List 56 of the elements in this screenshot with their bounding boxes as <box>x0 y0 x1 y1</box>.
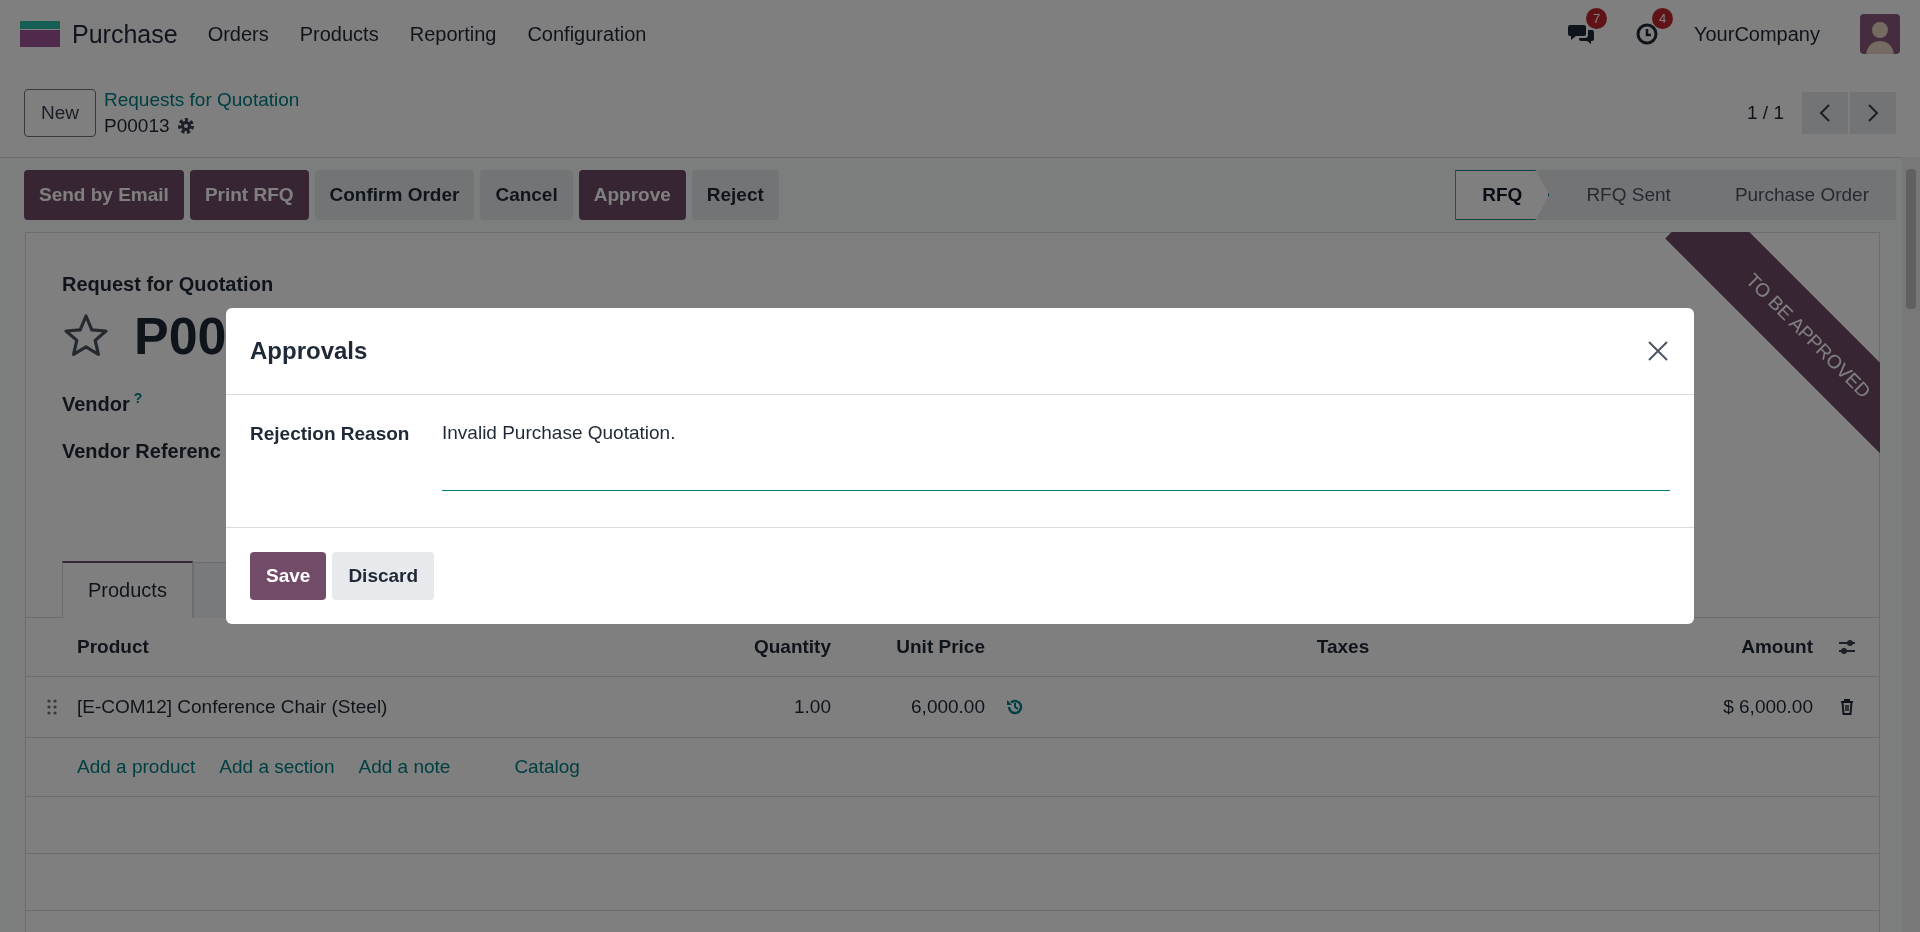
column-header[interactable]: Product <box>77 636 677 658</box>
chevron-left-icon[interactable] <box>1819 102 1831 123</box>
settings-icon[interactable] <box>175 115 196 136</box>
table-cell-text: [E-COM12] Conference Chair (Steel) <box>77 696 389 718</box>
add-line-link[interactable]: Add a note <box>358 756 451 778</box>
history-icon[interactable] <box>1005 697 1025 717</box>
column-header[interactable]: Taxes <box>1045 636 1641 658</box>
count-badge: 4 <box>1652 8 1674 29</box>
action-button[interactable]: Approve <box>578 170 686 220</box>
next-button[interactable] <box>1850 91 1896 134</box>
table-cell-text: 1.00 <box>793 696 831 718</box>
form-subtitle: Request for Quotation <box>62 273 274 295</box>
scrollbar[interactable] <box>1902 157 1920 932</box>
save-button[interactable]: Save <box>250 552 327 600</box>
app-name[interactable]: Purchase <box>72 19 178 49</box>
column-settings-icon[interactable] <box>1837 637 1857 657</box>
app-logo-icon[interactable] <box>20 21 60 47</box>
clock-icon[interactable] <box>1634 22 1660 46</box>
count-badge: 7 <box>1586 8 1608 29</box>
new-button[interactable]: New <box>24 88 96 137</box>
add-line-link[interactable]: Catalog <box>514 756 580 778</box>
pager-count: 1 / 1 <box>1747 101 1784 124</box>
action-button[interactable]: Confirm Order <box>314 170 475 220</box>
menu-item[interactable]: Products <box>299 22 379 46</box>
help-mark[interactable]: ? <box>133 390 143 406</box>
company-name[interactable]: YourCompany <box>1694 22 1820 46</box>
action-button[interactable]: Cancel <box>480 170 573 220</box>
status-stage[interactable]: RFQ <box>1455 170 1550 220</box>
drag-handle-icon[interactable] <box>46 699 57 715</box>
discard-button[interactable]: Discard <box>332 552 435 600</box>
previous-button[interactable] <box>1802 91 1848 134</box>
record-title: P00 <box>134 306 227 366</box>
action-button[interactable]: Reject <box>691 170 779 220</box>
table-cell-text: 6,000.00 <box>910 696 985 718</box>
column-header[interactable]: Amount <box>1641 636 1813 658</box>
field-label: Vendor <box>62 392 130 415</box>
field-label: Rejection Reason <box>250 422 411 445</box>
avatar-icon[interactable] <box>1860 14 1900 54</box>
action-button[interactable]: Print RFQ <box>189 170 309 220</box>
dialog-title: Approvals <box>250 337 368 365</box>
chat-icon[interactable] <box>1568 22 1594 46</box>
field-label: Vendor Referenc <box>62 439 221 462</box>
menu-item[interactable]: Orders <box>207 22 269 46</box>
record-name: P00013 <box>104 114 170 137</box>
column-header[interactable]: Quantity <box>677 636 831 658</box>
action-button[interactable]: Send by Email <box>24 170 184 220</box>
chevron-right-icon[interactable] <box>1867 102 1879 123</box>
add-line-link[interactable]: Add a product <box>77 756 196 778</box>
add-line-link[interactable]: Add a section <box>219 756 335 778</box>
form-tab[interactable]: Products <box>62 561 193 618</box>
column-header[interactable]: Unit Price <box>831 636 985 658</box>
table-cell-text: $ 6,000.00 <box>1722 696 1813 718</box>
breadcrumb-link[interactable]: Requests for Quotation <box>104 88 300 111</box>
menu-item[interactable]: Configuration <box>527 22 647 46</box>
close-icon[interactable] <box>1646 339 1670 363</box>
menu-item[interactable]: Reporting <box>409 22 497 46</box>
